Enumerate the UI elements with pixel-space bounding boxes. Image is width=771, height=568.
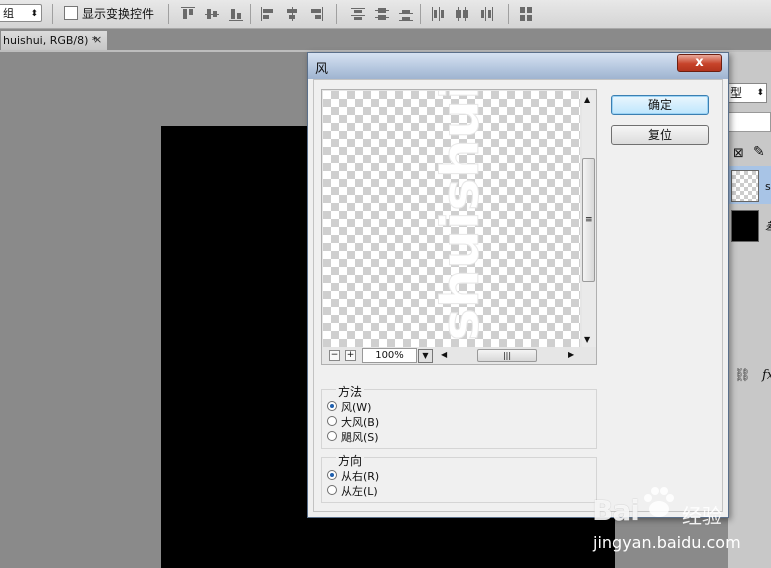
distribute-right-icon[interactable] xyxy=(478,6,494,22)
toolbar-separator xyxy=(420,4,421,24)
layer-name: 差 xyxy=(765,218,771,234)
horizontal-scroll-thumb[interactable]: ||| xyxy=(477,349,537,362)
ok-button[interactable]: 确定 xyxy=(611,95,709,115)
radio-wind[interactable] xyxy=(327,401,337,411)
method-group-title: 方法 xyxy=(336,383,365,400)
dialog-title: 风 xyxy=(315,62,329,77)
zoom-level-field[interactable]: 100% xyxy=(362,348,417,363)
radio-blast[interactable] xyxy=(327,416,337,426)
scroll-up-icon[interactable]: ▲ xyxy=(584,95,590,104)
document-tab[interactable]: huishui, RGB/8) * xyxy=(0,30,108,50)
scroll-right-icon[interactable]: ▶ xyxy=(568,350,574,359)
layer-name: s xyxy=(765,180,771,193)
layer-kind-dropdown[interactable]: 型 ⬍ xyxy=(728,83,767,103)
scroll-left-icon[interactable]: ◀ xyxy=(441,350,447,359)
baidu-logo: Bai xyxy=(592,494,640,527)
toolbar-separator xyxy=(336,4,337,24)
radio-from-right[interactable] xyxy=(327,470,337,480)
scroll-down-icon[interactable]: ▼ xyxy=(584,335,590,344)
radio-label: 从左(L) xyxy=(341,485,378,498)
fx-icon[interactable]: fx xyxy=(762,368,771,383)
radio-from-left[interactable] xyxy=(327,485,337,495)
document-tab-title: huishui, RGB/8) * xyxy=(3,34,98,47)
zoom-in-button[interactable]: + xyxy=(345,350,356,361)
align-top-icon[interactable] xyxy=(180,6,196,22)
align-left-icon[interactable] xyxy=(260,6,276,22)
radio-stagger[interactable] xyxy=(327,431,337,441)
filter-preview[interactable]: shuishui xyxy=(323,91,580,347)
watermark-url: jingyan.baidu.com xyxy=(593,533,741,552)
zoom-dropdown-icon[interactable]: ▼ xyxy=(418,349,433,363)
dialog-close-button[interactable]: x xyxy=(677,54,722,72)
dialog-titlebar[interactable] xyxy=(308,53,728,79)
show-transform-label: 显示变换控件 xyxy=(82,7,155,21)
toolbar-separator xyxy=(508,4,509,24)
radio-label: 飓风(S) xyxy=(341,431,379,444)
radio-label: 大风(B) xyxy=(341,416,380,429)
reset-button[interactable]: 复位 xyxy=(611,125,709,145)
watermark-text: 经验 xyxy=(682,504,722,528)
brush-icon[interactable]: ✎ xyxy=(753,144,765,160)
toolbar-separator xyxy=(250,4,251,24)
distribute-left-icon[interactable] xyxy=(430,6,446,22)
direction-group-title: 方向 xyxy=(336,452,365,469)
auto-align-icon[interactable] xyxy=(518,6,534,22)
distribute-bottom-icon[interactable] xyxy=(398,6,414,22)
lock-transparent-icon[interactable]: ⊠ xyxy=(733,146,744,161)
link-layers-icon[interactable]: ⛓ xyxy=(734,368,751,383)
preview-text-graphic: shuishui xyxy=(433,91,492,342)
dropdown-arrow-icon: ⬍ xyxy=(756,88,764,98)
toolbar-separator xyxy=(168,4,169,24)
paw-icon xyxy=(640,484,676,520)
auto-select-dropdown[interactable]: 组 ⬍ xyxy=(0,4,42,22)
align-right-icon[interactable] xyxy=(308,6,324,22)
layer-kind-value: 型 xyxy=(730,86,743,100)
dropdown-arrow-icon: ⬍ xyxy=(30,9,38,19)
preview-text: shuishui xyxy=(433,91,491,341)
distribute-hcenter-icon[interactable] xyxy=(454,6,470,22)
show-transform-checkbox[interactable] xyxy=(64,6,78,20)
zoom-out-button[interactable]: − xyxy=(329,350,340,361)
distribute-top-icon[interactable] xyxy=(350,6,366,22)
tab-close-icon[interactable]: × xyxy=(93,33,102,46)
distribute-vcenter-icon[interactable] xyxy=(374,6,390,22)
layer-thumbnail xyxy=(731,170,759,202)
grip-icon: ≡ xyxy=(585,215,593,225)
layer-filter-field[interactable] xyxy=(728,112,771,132)
align-vcenter-icon[interactable] xyxy=(204,6,220,22)
radio-label: 从右(R) xyxy=(341,470,380,483)
auto-select-value: 组 xyxy=(3,7,14,20)
layer-thumbnail xyxy=(731,210,759,242)
align-hcenter-icon[interactable] xyxy=(284,6,300,22)
radio-label: 风(W) xyxy=(341,401,372,414)
toolbar-separator xyxy=(52,4,53,24)
align-bottom-icon[interactable] xyxy=(228,6,244,22)
